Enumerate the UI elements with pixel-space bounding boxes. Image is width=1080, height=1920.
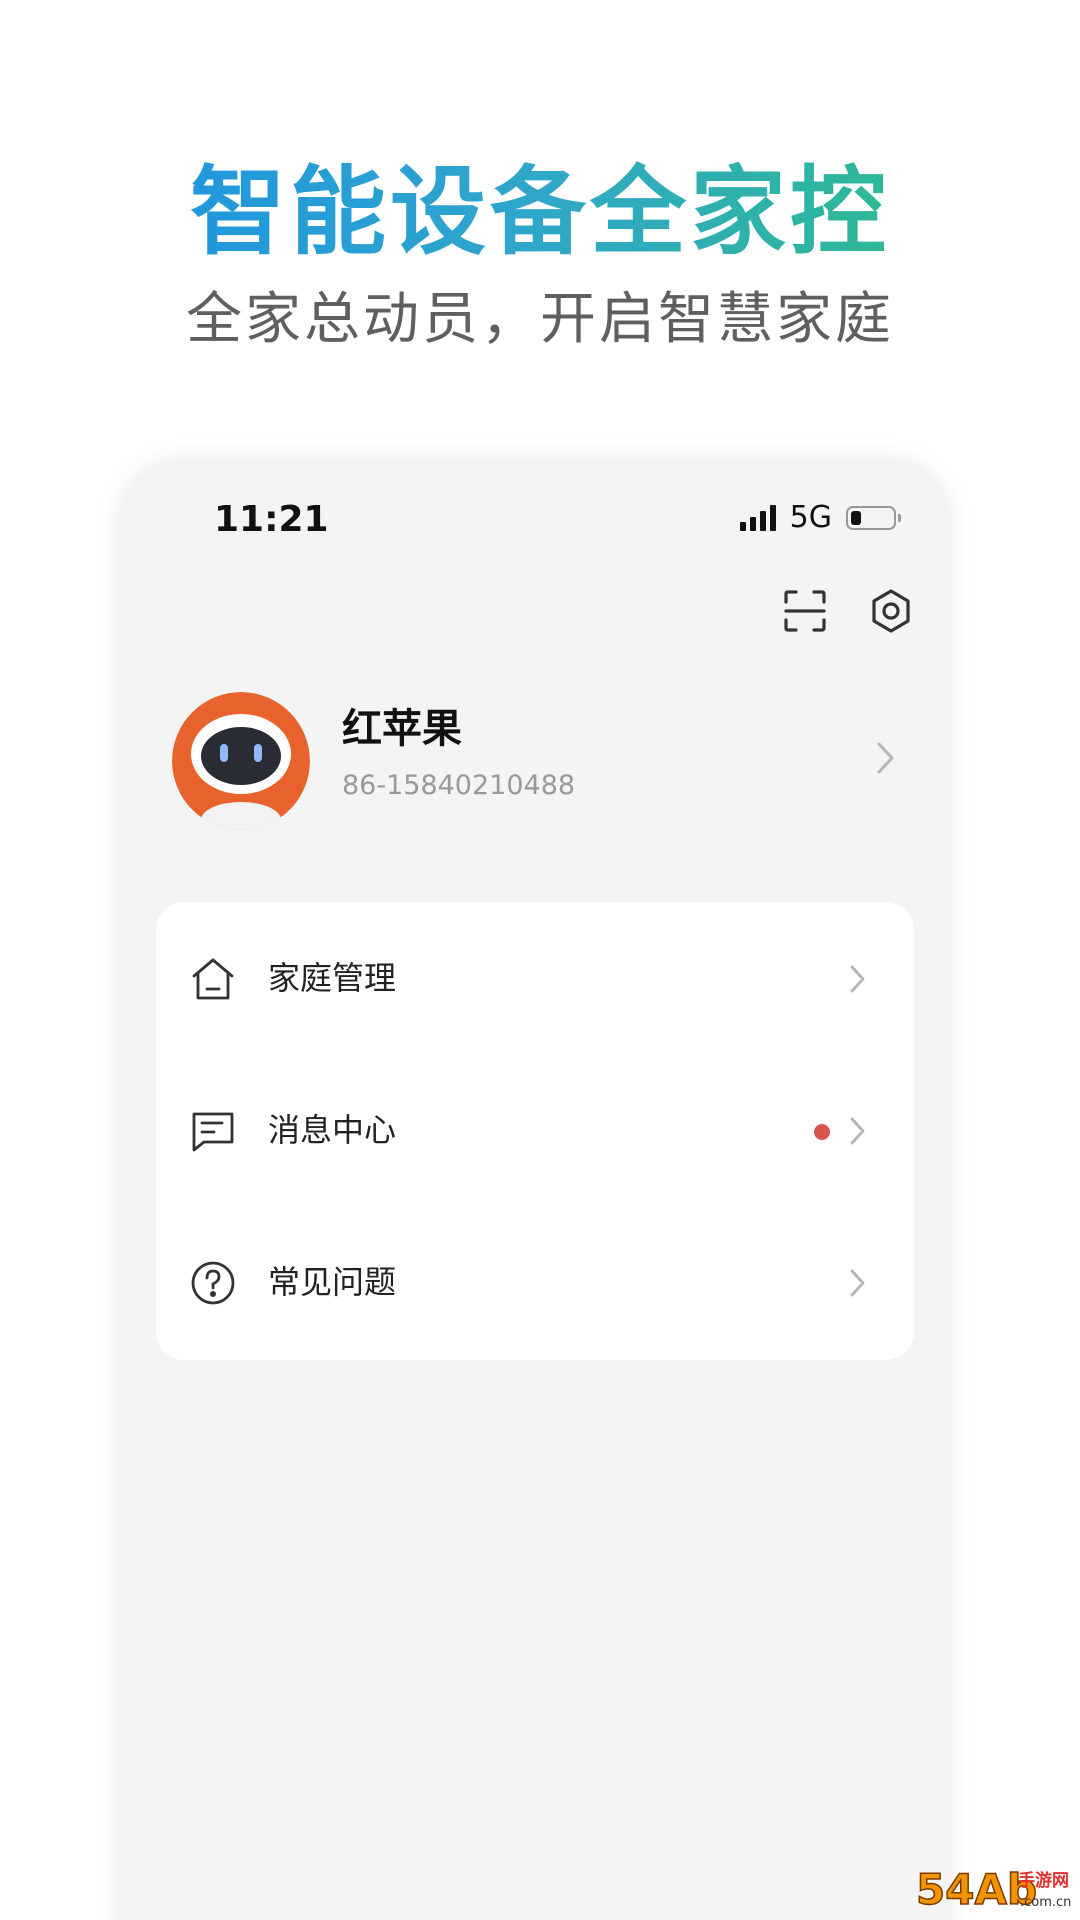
menu-item-message-center[interactable]: 消息中心	[156, 1054, 914, 1206]
signal-bars-icon	[739, 505, 776, 531]
scan-button[interactable]	[778, 584, 832, 638]
profile-row[interactable]: 红苹果 86-15840210488	[172, 692, 898, 832]
menu-item-family-management[interactable]: 家庭管理	[156, 902, 914, 1054]
svg-text:.com.cn: .com.cn	[1020, 1895, 1071, 1910]
promo-headline: 智能设备全家控	[0, 155, 1080, 270]
promo-screen: 智能设备全家控 全家总动员，开启智慧家庭 11:21 5G 红苹果 86-158…	[0, 0, 1080, 1920]
robot-avatar-icon	[172, 692, 310, 830]
settings-icon	[872, 589, 910, 633]
svg-text:手游网: 手游网	[1018, 1870, 1069, 1891]
unread-badge	[814, 1124, 830, 1140]
promo-subheadline: 全家总动员，开启智慧家庭	[186, 287, 894, 352]
battery-level	[851, 511, 861, 525]
chevron-right-icon	[850, 1117, 865, 1145]
battery-icon	[846, 506, 901, 530]
user-phone: 86-15840210488	[342, 770, 576, 801]
menu-label: 消息中心	[268, 1111, 397, 1149]
chevron-right-icon	[850, 965, 865, 993]
status-indicators: 5G	[739, 498, 901, 538]
menu-label: 常见问题	[268, 1263, 397, 1301]
message-icon	[192, 1112, 234, 1152]
help-circle-icon	[191, 1261, 235, 1305]
phone-screen: 11:21 5G 红苹果 86-15840210488 家庭管理 消息中心 常见…	[122, 462, 948, 1920]
scan-icon	[784, 590, 826, 632]
toolbar	[778, 584, 918, 638]
menu-card: 家庭管理 消息中心 常见问题	[156, 902, 914, 1360]
chevron-right-icon	[850, 1269, 865, 1297]
status-time: 11:21	[214, 499, 329, 540]
settings-button[interactable]	[864, 584, 918, 638]
user-name: 红苹果	[342, 706, 462, 752]
site-watermark-logo: 54Ab 手游网 .com.cn	[915, 1864, 1071, 1915]
menu-item-faq[interactable]: 常见问题	[156, 1206, 914, 1358]
network-type: 5G	[789, 500, 832, 535]
chevron-right-icon	[877, 742, 894, 774]
menu-label: 家庭管理	[268, 959, 397, 997]
home-icon	[192, 958, 234, 1000]
